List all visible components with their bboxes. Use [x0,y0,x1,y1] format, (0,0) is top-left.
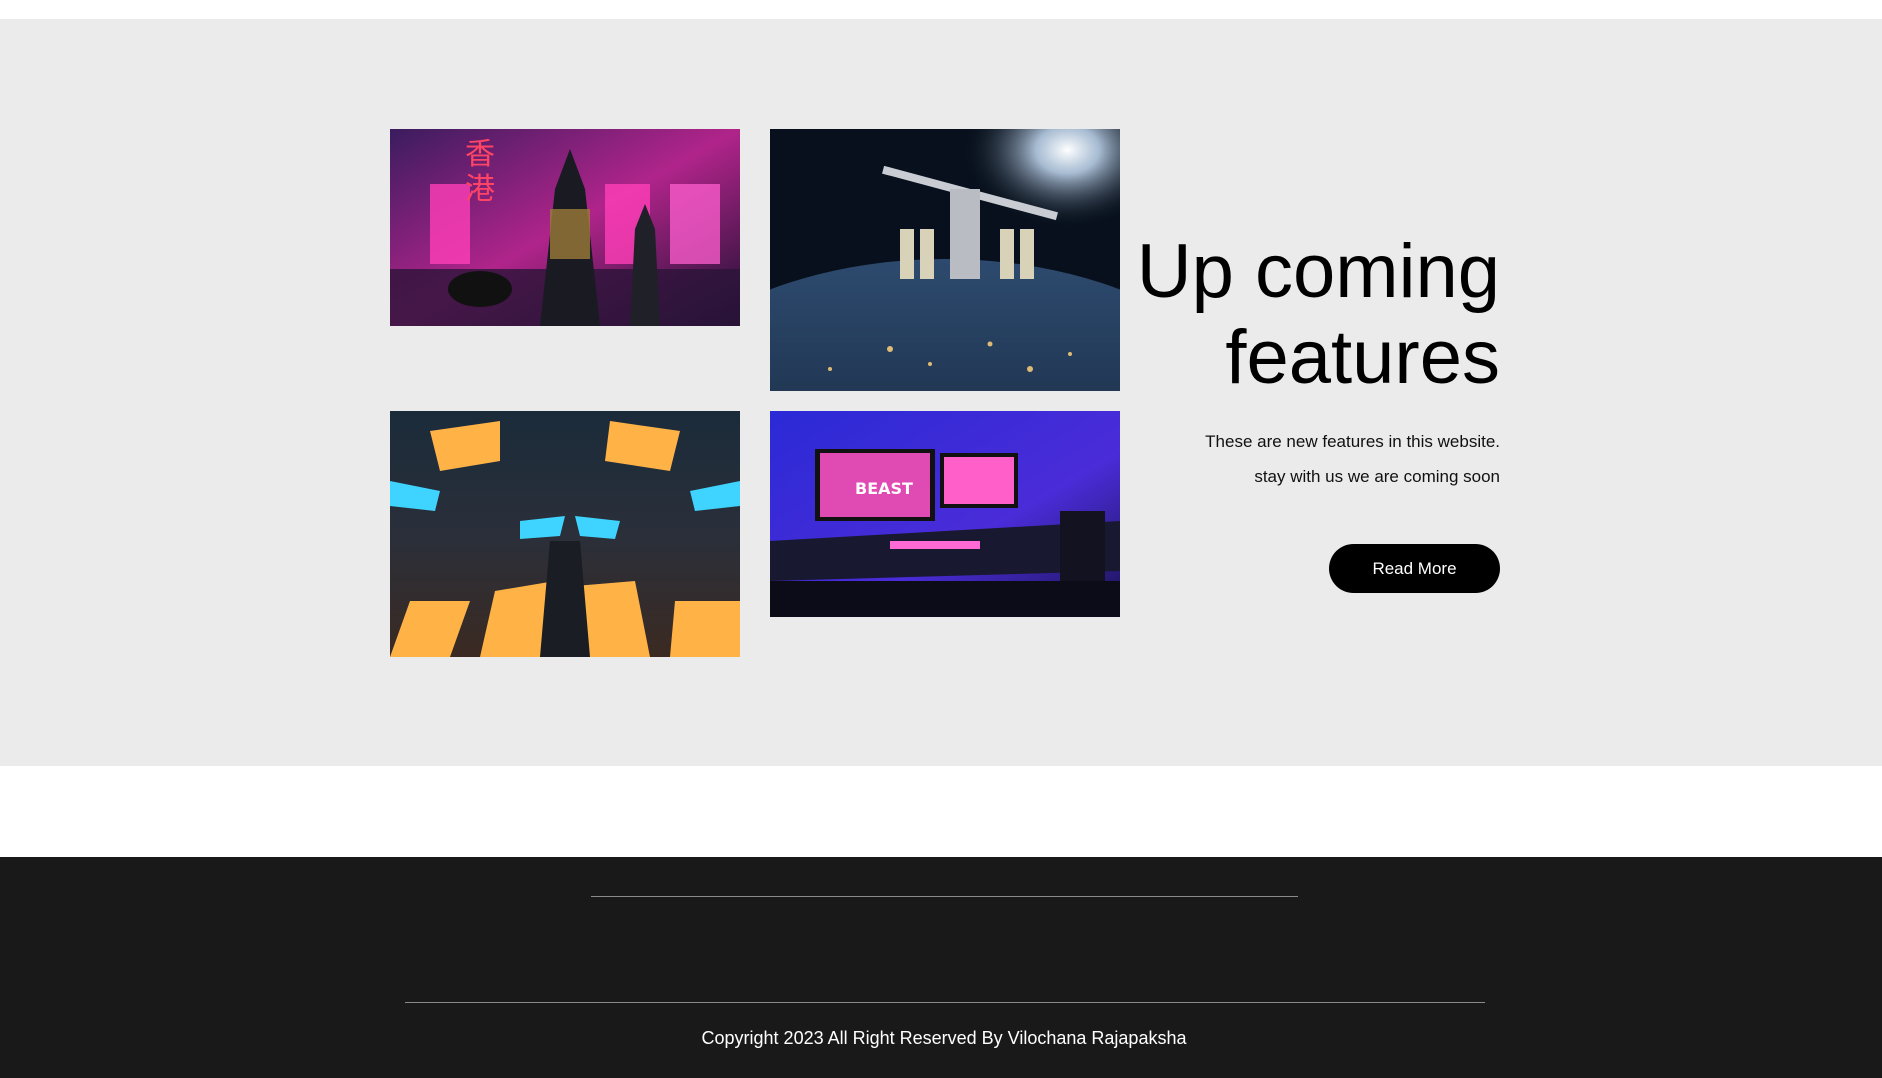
description-line-1: These are new features in this website. [1205,432,1500,451]
read-more-button[interactable]: Read More [1329,544,1500,593]
features-description: These are new features in this website. … [1100,424,1500,494]
page-title: Up coming features [1100,229,1500,401]
space-station-image [770,129,1120,391]
neon-cubes-image [390,411,740,657]
footer-divider-bottom [405,1002,1485,1003]
gaming-setup-image: BEAST [770,411,1120,617]
svg-text:香: 香 [465,137,495,172]
footer-divider-top [591,896,1298,897]
copyright-text: Copyright 2023 All Right Reserved By Vil… [701,1028,1187,1048]
heading-line-2: features [1225,315,1500,400]
cyberpunk-city-image: 香 港 [390,129,740,326]
svg-text:BEAST: BEAST [855,479,913,498]
upcoming-features-section: 香 港 BEAST Up coming features These are n… [0,19,1882,766]
heading-line-1: Up coming [1136,229,1500,314]
description-line-2: stay with us we are coming soon [1254,467,1500,486]
svg-text:港: 港 [465,172,495,207]
footer: Copyright 2023 All Right Reserved By Vil… [0,857,1882,1078]
